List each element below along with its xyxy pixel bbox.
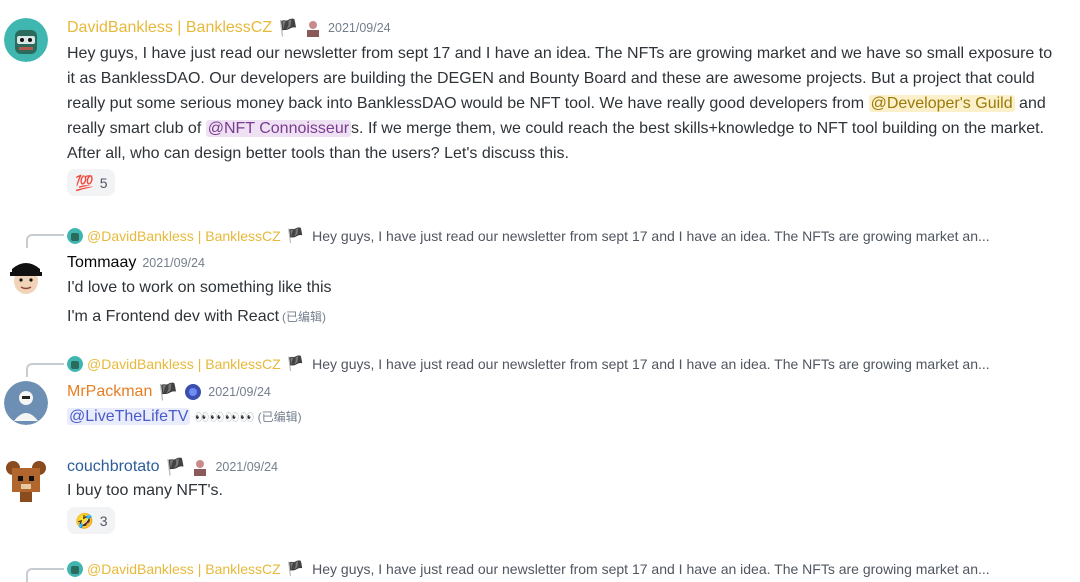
- reply-snippet: Hey guys, I have just read our newslette…: [312, 355, 990, 372]
- message-text: I buy too many NFT's.: [67, 482, 223, 499]
- reply-reference[interactable]: @DavidBankless | BanklessCZ 🏴 Hey guys, …: [67, 227, 990, 244]
- reply-avatar: [67, 355, 83, 372]
- user-mention-livethelifetv[interactable]: @LiveTheLifeTV: [67, 408, 191, 425]
- message-content: @LiveTheLifeTV 👀👀👀👀 (已编辑): [67, 404, 1057, 430]
- edited-label: (已编辑): [257, 410, 302, 424]
- role-mention-nft-connoisseur[interactable]: @NFT Connoisseur: [205, 120, 352, 137]
- author-name[interactable]: Tommaay: [67, 254, 136, 272]
- flag-icon: 🏴: [286, 560, 305, 576]
- rofl-icon: 🤣: [75, 512, 94, 530]
- reply-snippet: Hey guys, I have just read our newslette…: [312, 227, 990, 244]
- flag-icon: 🏴: [286, 355, 305, 371]
- role-badge-icon: [191, 458, 210, 476]
- reply-spine: [26, 234, 64, 248]
- message-text: I'm a Frontend dev with React: [67, 308, 280, 325]
- reaction-hundred[interactable]: 💯 5: [67, 169, 116, 196]
- author-name[interactable]: MrPackman: [67, 383, 152, 401]
- reply-snippet: Hey guys, I have just read our newslette…: [312, 560, 990, 577]
- avatar-couchbrotato[interactable]: [4, 458, 48, 502]
- reaction-rofl[interactable]: 🤣 3: [67, 507, 116, 534]
- eyes-icon: 👀👀👀👀: [194, 410, 255, 424]
- flag-icon: 🏴: [158, 384, 179, 401]
- author-name[interactable]: couchbrotato: [67, 458, 160, 476]
- message-line-edited: I'm a Frontend dev with React (已编辑): [67, 304, 1057, 330]
- hundred-icon: 💯: [75, 174, 94, 192]
- reaction-count: 5: [99, 174, 108, 191]
- author-name[interactable]: DavidBankless | BanklessCZ: [67, 19, 272, 37]
- role-badge-icon: [304, 19, 323, 37]
- flag-icon: 🏴: [165, 459, 186, 476]
- reply-avatar: [67, 560, 83, 577]
- flag-icon: 🏴: [286, 227, 305, 243]
- flag-icon: 🏴: [278, 20, 299, 37]
- message-content: Hey guys, I have just read our newslette…: [67, 41, 1057, 166]
- role-mention-developers-guild[interactable]: @Developer's Guild: [868, 95, 1015, 112]
- avatar-mrpackman[interactable]: [4, 381, 48, 425]
- reply-spine: [26, 363, 64, 377]
- reply-author[interactable]: @DavidBankless | BanklessCZ: [87, 561, 281, 577]
- message-line: I'd love to work on something like this: [67, 279, 332, 296]
- timestamp: 2021/09/24: [142, 256, 205, 270]
- edited-label: (已编辑): [282, 310, 327, 324]
- reply-avatar: [67, 227, 83, 244]
- globe-badge-icon: [185, 384, 202, 400]
- avatar-davidbankless[interactable]: [4, 18, 48, 62]
- avatar-tommaay[interactable]: [4, 253, 48, 297]
- reply-reference[interactable]: @DavidBankless | BanklessCZ 🏴 Hey guys, …: [67, 355, 990, 372]
- reply-spine: [26, 568, 64, 582]
- reaction-count: 3: [99, 512, 108, 529]
- timestamp: 2021/09/24: [208, 385, 271, 399]
- reply-author[interactable]: @DavidBankless | BanklessCZ: [87, 228, 281, 244]
- timestamp: 2021/09/24: [215, 460, 278, 474]
- reply-author[interactable]: @DavidBankless | BanklessCZ: [87, 356, 281, 372]
- timestamp: 2021/09/24: [328, 21, 391, 35]
- reply-reference[interactable]: @DavidBankless | BanklessCZ 🏴 Hey guys, …: [67, 560, 990, 577]
